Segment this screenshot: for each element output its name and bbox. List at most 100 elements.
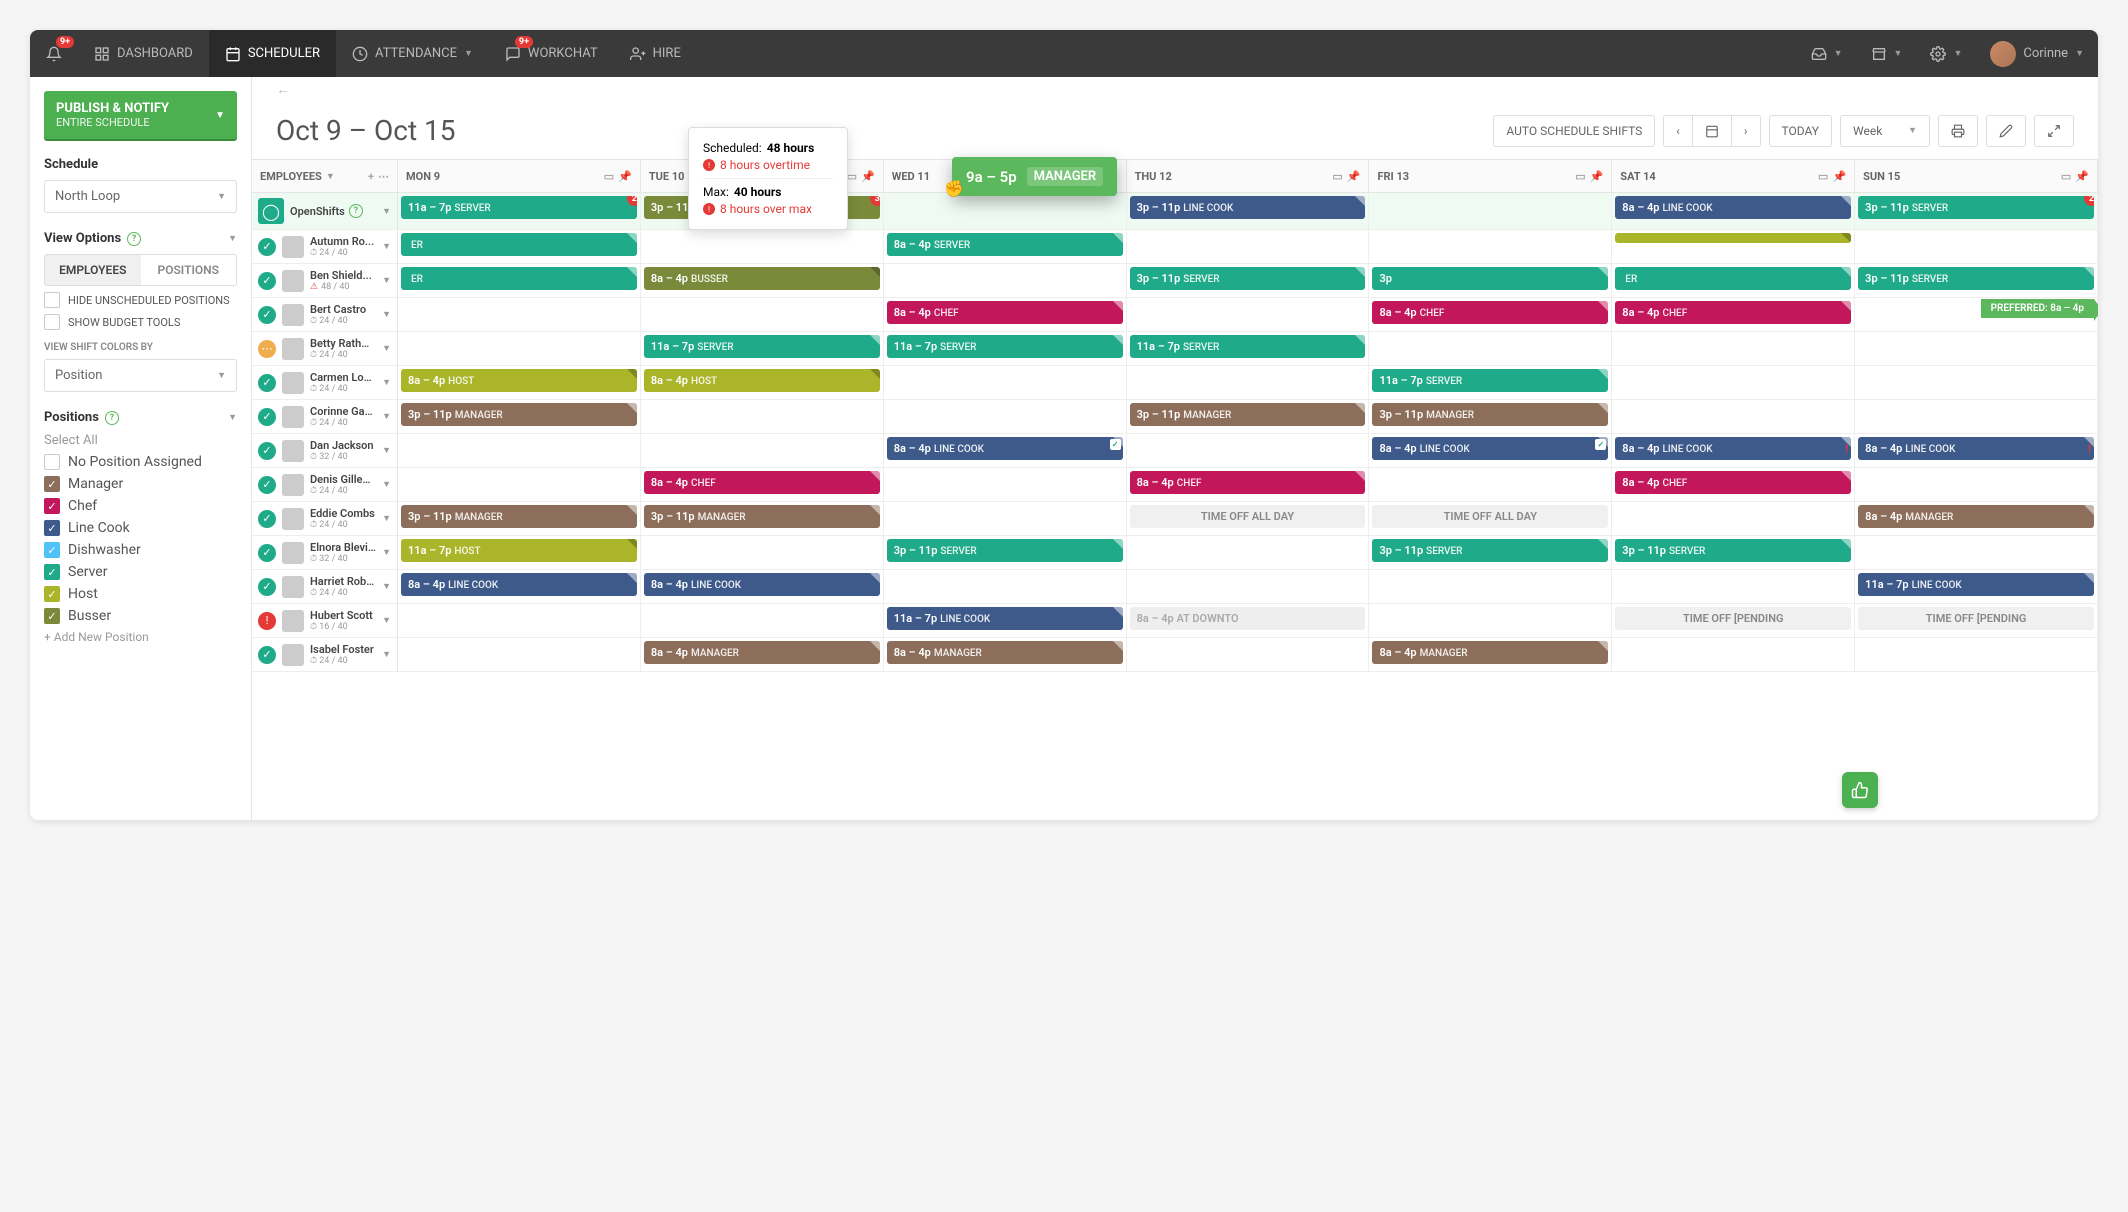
- publish-button[interactable]: PUBLISH & NOTIFY ENTIRE SCHEDULE ▼: [44, 91, 237, 139]
- day-cell[interactable]: [398, 638, 641, 671]
- day-cell[interactable]: 3p: [1369, 264, 1612, 297]
- day-cell[interactable]: [1855, 638, 2098, 671]
- seg-positions[interactable]: POSITIONS: [141, 255, 237, 285]
- shift-block[interactable]: 8a – 4pMANAGER: [1372, 641, 1608, 664]
- edit-button[interactable]: [1986, 115, 2026, 147]
- shift-block[interactable]: 8a – 4pLINE COOK: [644, 573, 880, 596]
- day-cell[interactable]: [1612, 332, 1855, 365]
- day-cell[interactable]: [1369, 604, 1612, 637]
- shift-block[interactable]: 3p – 11pMANAGER: [1372, 403, 1608, 426]
- nav-hire[interactable]: HIRE: [614, 30, 697, 77]
- employee-cell[interactable]: ✓Elnora Blevins⏱ 32 / 40▼: [252, 536, 398, 569]
- expand-button[interactable]: [2034, 115, 2074, 147]
- help-icon[interactable]: ?: [105, 411, 119, 425]
- shift-block[interactable]: 3p – 11pMANAGER: [644, 505, 880, 528]
- day-cell[interactable]: 8a – 4pLINE COOK✓: [884, 434, 1127, 467]
- note-icon[interactable]: ▭: [2061, 170, 2071, 183]
- shift-block[interactable]: 8a – 4pHOST: [401, 369, 637, 392]
- position-checkbox[interactable]: ✓Chef: [44, 498, 237, 514]
- day-cell[interactable]: 11a – 7pSERVER: [1127, 332, 1370, 365]
- employee-cell[interactable]: ✓Isabel Foster⏱ 24 / 40▼: [252, 638, 398, 671]
- shift-block[interactable]: 8a – 4pCHEF: [1130, 471, 1366, 494]
- day-cell[interactable]: [884, 193, 1127, 229]
- shift-block[interactable]: 11a – 7pSERVER: [1130, 335, 1366, 358]
- day-cell[interactable]: TIME OFF ALL DAY: [1369, 502, 1612, 535]
- chevron-down-icon[interactable]: ▼: [382, 615, 391, 626]
- employee-cell[interactable]: ✓Autumn Ro...⏱ 24 / 40▼: [252, 230, 398, 263]
- day-cell[interactable]: [398, 434, 641, 467]
- shift-block[interactable]: 11a – 7pLINE COOK: [1858, 573, 2094, 596]
- pin-icon[interactable]: 📌: [861, 170, 875, 183]
- day-cell[interactable]: 8a – 4pMANAGER: [1855, 502, 2098, 535]
- day-cell[interactable]: ER: [1612, 264, 1855, 297]
- shift-block[interactable]: 3p – 11pSERVER2: [1858, 196, 2094, 219]
- day-cell[interactable]: 8a – 4pHOST: [398, 366, 641, 399]
- day-header[interactable]: SUN 15▭📌: [1855, 160, 2098, 192]
- shift-block[interactable]: 8a – 4pMANAGER: [644, 641, 880, 664]
- position-checkbox[interactable]: ✓Host: [44, 586, 237, 602]
- day-cell[interactable]: 8a – 4p AT DOWNTO: [1127, 604, 1370, 637]
- shift-block[interactable]: 3p – 11pSERVER: [1372, 539, 1608, 562]
- day-cell[interactable]: 8a – 4pMANAGER: [884, 638, 1127, 671]
- day-cell[interactable]: 8a – 4pMANAGER: [641, 638, 884, 671]
- pin-icon[interactable]: 📌: [618, 170, 632, 183]
- shift-block[interactable]: 11a – 7pLINE COOK: [887, 607, 1123, 630]
- employee-cell[interactable]: ✓Eddie Combs⏱ 24 / 40▼: [252, 502, 398, 535]
- note-icon[interactable]: ▭: [1332, 170, 1342, 183]
- shift-block[interactable]: 11a – 7pHOST: [401, 539, 637, 562]
- shift-block[interactable]: [1615, 233, 1851, 243]
- day-cell[interactable]: 8a – 4pCHEF: [884, 298, 1127, 331]
- day-cell[interactable]: [1127, 230, 1370, 263]
- chevron-down-icon[interactable]: ▼: [382, 445, 391, 456]
- day-cell[interactable]: 8a – 4pLINE COOK: [398, 570, 641, 603]
- nav-workchat[interactable]: 9+ WORKCHAT: [489, 30, 614, 77]
- more-icon[interactable]: ⋯: [378, 170, 389, 183]
- chevron-down-icon[interactable]: ▼: [382, 275, 391, 286]
- position-checkbox[interactable]: ✓Line Cook: [44, 520, 237, 536]
- position-checkbox[interactable]: ✓Dishwasher: [44, 542, 237, 558]
- day-cell[interactable]: 3p – 11pSERVER2: [1855, 193, 2098, 229]
- note-icon[interactable]: ▭: [604, 170, 614, 183]
- day-cell[interactable]: 3p – 11pMANAGER: [641, 502, 884, 535]
- day-cell[interactable]: TIME OFF [PENDING: [1855, 604, 2098, 637]
- chevron-down-icon[interactable]: ▼: [382, 581, 391, 592]
- timeoff-block[interactable]: TIME OFF [PENDING: [1858, 607, 2094, 630]
- help-icon[interactable]: ?: [127, 232, 141, 246]
- today-button[interactable]: TODAY: [1769, 115, 1833, 147]
- day-cell[interactable]: 11a – 7pSERVER: [1369, 366, 1612, 399]
- day-cell[interactable]: 8a – 4pSERVER: [884, 230, 1127, 263]
- calendar-picker-button[interactable]: [1692, 115, 1731, 147]
- day-cell[interactable]: [398, 468, 641, 501]
- day-cell[interactable]: 8a – 4pLINE COOK!: [1612, 434, 1855, 467]
- employee-cell[interactable]: ✓Denis Gillespie⏱ 24 / 40▼: [252, 468, 398, 501]
- day-header[interactable]: SAT 14▭📌: [1612, 160, 1855, 192]
- chevron-down-icon[interactable]: ▼: [382, 547, 391, 558]
- auto-schedule-button[interactable]: AUTO SCHEDULE SHIFTS: [1493, 115, 1655, 147]
- day-cell[interactable]: 8a – 4pHOST: [641, 366, 884, 399]
- employees-header[interactable]: EMPLOYEES▼ +⋯: [252, 160, 398, 192]
- chevron-down-icon[interactable]: ▼: [382, 309, 391, 320]
- shift-block[interactable]: 8a – 4pBUSSER: [644, 267, 880, 290]
- select-all-link[interactable]: Select All: [44, 433, 237, 448]
- day-cell[interactable]: [884, 366, 1127, 399]
- day-cell[interactable]: [1855, 536, 2098, 569]
- inbox-button[interactable]: ▼: [1797, 30, 1857, 77]
- day-cell[interactable]: 11a – 7pHOST: [398, 536, 641, 569]
- shift-block[interactable]: ER: [401, 267, 637, 290]
- day-cell[interactable]: 8a – 4pBUSSER: [641, 264, 884, 297]
- day-cell[interactable]: [1612, 400, 1855, 433]
- thumbs-up-button[interactable]: [1842, 772, 1878, 808]
- print-button[interactable]: [1938, 115, 1978, 147]
- day-cell[interactable]: [398, 604, 641, 637]
- day-cell[interactable]: 11a – 7pLINE COOK: [884, 604, 1127, 637]
- day-cell[interactable]: 3p – 11pSERVER: [884, 536, 1127, 569]
- day-cell[interactable]: 8a – 4pLINE COOK: [1612, 193, 1855, 229]
- day-cell[interactable]: [1369, 193, 1612, 229]
- day-cell[interactable]: [641, 604, 884, 637]
- shift-block[interactable]: ER: [401, 233, 637, 256]
- shift-block[interactable]: 3p: [1372, 267, 1608, 290]
- day-cell[interactable]: [1855, 332, 2098, 365]
- view-select[interactable]: Week▼: [1840, 115, 1930, 147]
- day-header[interactable]: FRI 13▭📌: [1369, 160, 1612, 192]
- day-cell[interactable]: 11a – 7pSERVER2: [398, 193, 641, 229]
